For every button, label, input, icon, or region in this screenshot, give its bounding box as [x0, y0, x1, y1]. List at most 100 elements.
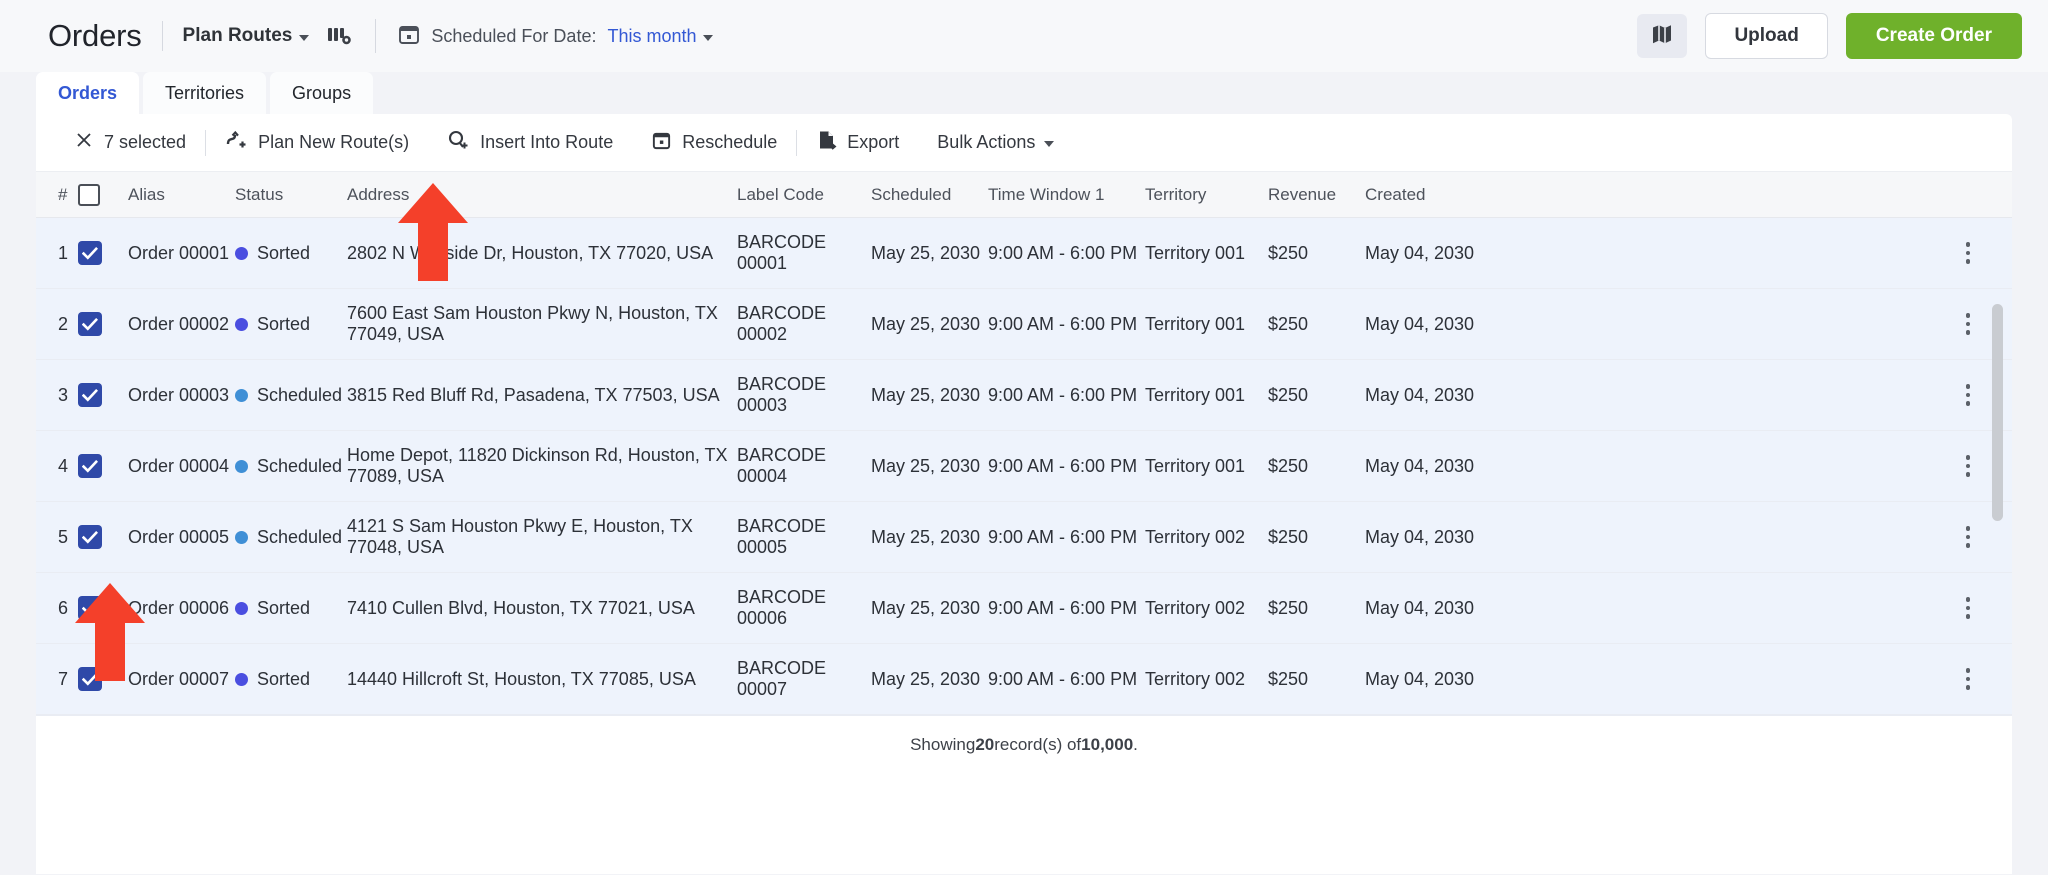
map-view-button[interactable]	[1637, 14, 1688, 58]
status-label: Sorted	[257, 597, 311, 618]
calendar-icon	[651, 130, 672, 156]
row-label-code: BARCODE 00001	[737, 232, 827, 273]
row-scheduled: May 25, 2030	[871, 384, 981, 405]
table-row[interactable]: 2 Order 00002 Sorted 7600 East Sam Houston …	[36, 289, 2012, 360]
tab-groups[interactable]: Groups	[270, 72, 374, 114]
row-revenue: $250	[1268, 597, 1309, 618]
row-label-code: BARCODE 00007	[737, 658, 827, 699]
row-created: May 04, 2030	[1365, 384, 1475, 405]
status-dot	[235, 672, 248, 686]
column-header-address[interactable]: Address	[347, 185, 737, 205]
create-order-button[interactable]: Create Order	[1845, 13, 2022, 59]
status-label: Sorted	[257, 242, 311, 263]
row-checkbox[interactable]	[78, 596, 102, 620]
row-checkbox-cell	[78, 241, 128, 265]
column-header-territory[interactable]: Territory	[1145, 185, 1268, 205]
row-alias: Order 00005	[128, 526, 230, 547]
row-more-actions-icon[interactable]	[1962, 593, 1975, 623]
table-vertical-scrollbar[interactable]	[1992, 304, 2003, 521]
row-alias: Order 00004	[128, 455, 230, 476]
table-row[interactable]: 3 Order 00003 Scheduled 3815 Red Bluff Rd, …	[36, 360, 2012, 431]
row-time-window: 9:00 AM - 6:00 PM	[988, 526, 1138, 547]
route-settings-icon[interactable]	[327, 25, 353, 47]
status-label: Sorted	[257, 313, 311, 334]
status-label: Scheduled	[257, 384, 343, 405]
row-actions-cell	[1495, 593, 2012, 623]
row-more-actions-icon[interactable]	[1962, 309, 1975, 339]
scheduled-for-date-select[interactable]: This month	[607, 25, 713, 47]
table-row[interactable]: 6 Order 00006 Sorted 7410 Cullen Blvd, Hous…	[36, 573, 2012, 644]
column-header-revenue[interactable]: Revenue	[1268, 185, 1365, 205]
row-checkbox-cell	[78, 596, 128, 620]
plan-new-routes-label: Plan New Route(s)	[258, 132, 410, 152]
column-header-time-window[interactable]: Time Window 1	[988, 185, 1145, 205]
row-time-window: 9:00 AM - 6:00 PM	[988, 313, 1138, 334]
row-more-actions-icon[interactable]	[1962, 522, 1975, 552]
row-checkbox[interactable]	[78, 312, 102, 336]
row-revenue: $250	[1268, 668, 1309, 689]
upload-button[interactable]: Upload	[1705, 13, 1828, 59]
footer-middle: record(s) of	[994, 734, 1082, 754]
bulk-actions-dropdown[interactable]: Bulk Actions	[918, 114, 1073, 172]
row-revenue: $250	[1268, 242, 1309, 263]
row-label-code: BARCODE 00002	[737, 303, 827, 344]
scheduled-for-date-label: Scheduled For Date:	[431, 25, 597, 46]
reschedule-button[interactable]: Reschedule	[632, 114, 796, 172]
row-status: Scheduled	[235, 527, 347, 548]
row-more-actions-icon[interactable]	[1962, 238, 1975, 268]
export-label: Export	[847, 132, 900, 152]
row-more-actions-icon[interactable]	[1962, 664, 1975, 694]
row-time-window: 9:00 AM - 6:00 PM	[988, 668, 1138, 689]
row-alias: Order 00006	[128, 597, 230, 618]
row-checkbox[interactable]	[78, 454, 102, 478]
row-address: 2802 N Wayside Dr, Houston, TX 77020, US…	[347, 242, 714, 263]
plan-routes-dropdown[interactable]: Plan Routes	[183, 25, 310, 47]
row-scheduled: May 25, 2030	[871, 597, 981, 618]
selected-count-label: 7 selected	[104, 132, 187, 152]
row-checkbox[interactable]	[78, 241, 102, 265]
status-label: Sorted	[257, 668, 311, 689]
scheduled-for-date: Scheduled For Date: This month	[398, 23, 713, 50]
tab-bar: Orders Territories Groups	[0, 72, 2048, 114]
column-header-label-code[interactable]: Label Code	[737, 185, 871, 205]
column-header-status[interactable]: Status	[235, 185, 347, 205]
row-alias: Order 00002	[128, 313, 230, 334]
column-header-alias[interactable]: Alias	[128, 185, 235, 205]
row-checkbox[interactable]	[78, 667, 102, 691]
footer-suffix: .	[1133, 734, 1138, 754]
column-header-scheduled[interactable]: Scheduled	[871, 185, 988, 205]
row-status: Sorted	[235, 669, 347, 690]
row-index: 7	[58, 668, 69, 689]
row-actions-cell	[1495, 309, 2012, 339]
row-more-actions-icon[interactable]	[1962, 380, 1975, 410]
row-checkbox[interactable]	[78, 525, 102, 549]
table-row[interactable]: 4 Order 00004 Scheduled Home Depot, 11820 D…	[36, 431, 2012, 502]
select-all-checkbox[interactable]	[78, 183, 100, 206]
tab-territories[interactable]: Territories	[143, 72, 267, 114]
tab-orders[interactable]: Orders	[36, 72, 140, 114]
table-row[interactable]: 5 Order 00005 Scheduled 4121 S Sam Houston …	[36, 502, 2012, 573]
status-dot	[235, 388, 248, 402]
plan-routes-label: Plan Routes	[182, 25, 293, 46]
row-territory: Territory 002	[1145, 526, 1246, 547]
row-time-window: 9:00 AM - 6:00 PM	[988, 384, 1138, 405]
scheduled-for-date-value: This month	[607, 25, 697, 46]
row-more-actions-icon[interactable]	[1962, 451, 1975, 481]
row-checkbox-cell	[78, 454, 128, 478]
clear-selection-button[interactable]: 7 selected	[64, 114, 205, 172]
status-label: Scheduled	[257, 455, 343, 476]
column-header-created[interactable]: Created	[1365, 185, 1495, 205]
status-dot	[235, 601, 248, 615]
row-scheduled: May 25, 2030	[871, 242, 981, 263]
row-checkbox-cell	[78, 525, 128, 549]
row-scheduled: May 25, 2030	[871, 313, 981, 334]
row-checkbox[interactable]	[78, 383, 102, 407]
table-row[interactable]: 7 Order 00007 Sorted 14440 Hillcroft St, Ho…	[36, 644, 2012, 715]
export-button[interactable]: Export	[797, 114, 918, 172]
insert-into-route-button[interactable]: Insert Into Route	[428, 114, 632, 172]
table-row[interactable]: 1 Order 00001 Sorted 2802 N Wayside Dr, Hou…	[36, 218, 2012, 289]
plan-new-routes-button[interactable]: Plan New Route(s)	[206, 114, 428, 172]
row-territory: Territory 001	[1145, 242, 1246, 263]
orders-card: 7 selected Plan New Route(s) Insert Into…	[36, 114, 2012, 874]
tab-orders-label: Orders	[58, 82, 118, 103]
